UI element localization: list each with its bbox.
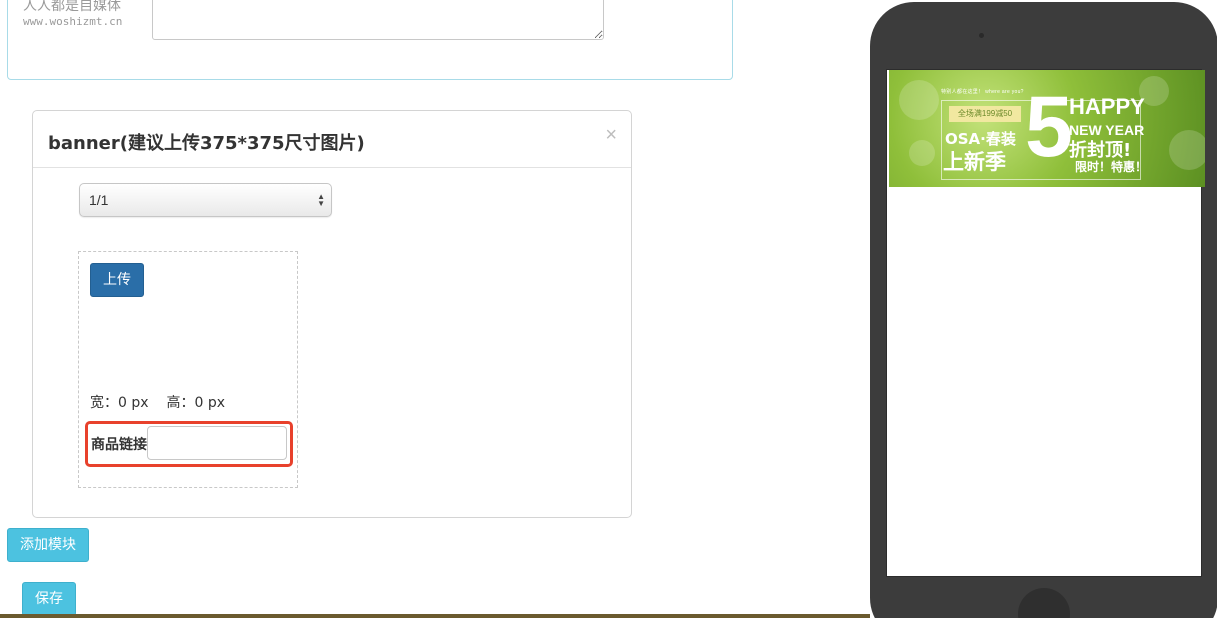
phone-home-button bbox=[1018, 588, 1070, 618]
bottom-strip bbox=[0, 614, 870, 618]
page-select-value: 1/1 bbox=[89, 192, 109, 208]
banner-promo: 全场满199减50 bbox=[949, 106, 1021, 122]
watermark: 人人都是自媒体 www.woshizmt.cn bbox=[23, 0, 122, 28]
product-link-input[interactable] bbox=[147, 426, 287, 460]
description-textarea[interactable] bbox=[152, 0, 604, 40]
upload-button[interactable]: 上传 bbox=[90, 263, 144, 297]
close-icon[interactable]: × bbox=[605, 125, 617, 145]
add-module-button[interactable]: 添加模块 bbox=[7, 528, 89, 562]
height-label: 高：0 px bbox=[166, 395, 226, 411]
page-select[interactable]: 1/1 ▲ ▼ bbox=[79, 183, 332, 217]
product-link-label: 商品链接 bbox=[91, 437, 147, 453]
phone-camera-icon bbox=[979, 33, 984, 38]
module-header: banner(建议上传375*375尺寸图片) × bbox=[33, 111, 631, 168]
image-dimensions: 宽：0 px 高：0 px bbox=[90, 392, 243, 412]
banner-line2: 上新季 bbox=[943, 150, 1006, 174]
banner-image: 特别人都在这里！ where are you? 全场满199减50 OSA·春装… bbox=[889, 70, 1205, 187]
phone-preview: 特别人都在这里！ where are you? 全场满199减50 OSA·春装… bbox=[870, 2, 1217, 618]
banner-top-line: 特别人都在这里！ where are you? bbox=[941, 89, 1024, 95]
image-upload-box: 上传 宽：0 px 高：0 px 商品链接 bbox=[78, 251, 298, 488]
watermark-name: 人人都是自媒体 bbox=[23, 0, 121, 14]
top-panel: 人人都是自媒体 www.woshizmt.cn bbox=[7, 0, 733, 80]
save-button[interactable]: 保存 bbox=[22, 582, 76, 616]
banner-limited: 限时！特惠！ bbox=[1075, 160, 1148, 174]
watermark-url: www.woshizmt.cn bbox=[23, 15, 123, 28]
banner-big-number: 5 bbox=[1025, 79, 1073, 175]
product-link-row: 商品链接 bbox=[85, 421, 293, 467]
phone-screen: 特别人都在这里！ where are you? 全场满199减50 OSA·春装… bbox=[886, 69, 1205, 577]
banner-module-panel: banner(建议上传375*375尺寸图片) × 1/1 ▲ ▼ 上传 宽：0 … bbox=[32, 110, 632, 518]
select-arrows-icon: ▲ ▼ bbox=[317, 192, 325, 208]
banner-happy: HAPPY bbox=[1069, 94, 1145, 119]
width-label: 宽：0 px bbox=[90, 395, 149, 411]
module-title: banner(建议上传375*375尺寸图片) bbox=[48, 133, 365, 154]
